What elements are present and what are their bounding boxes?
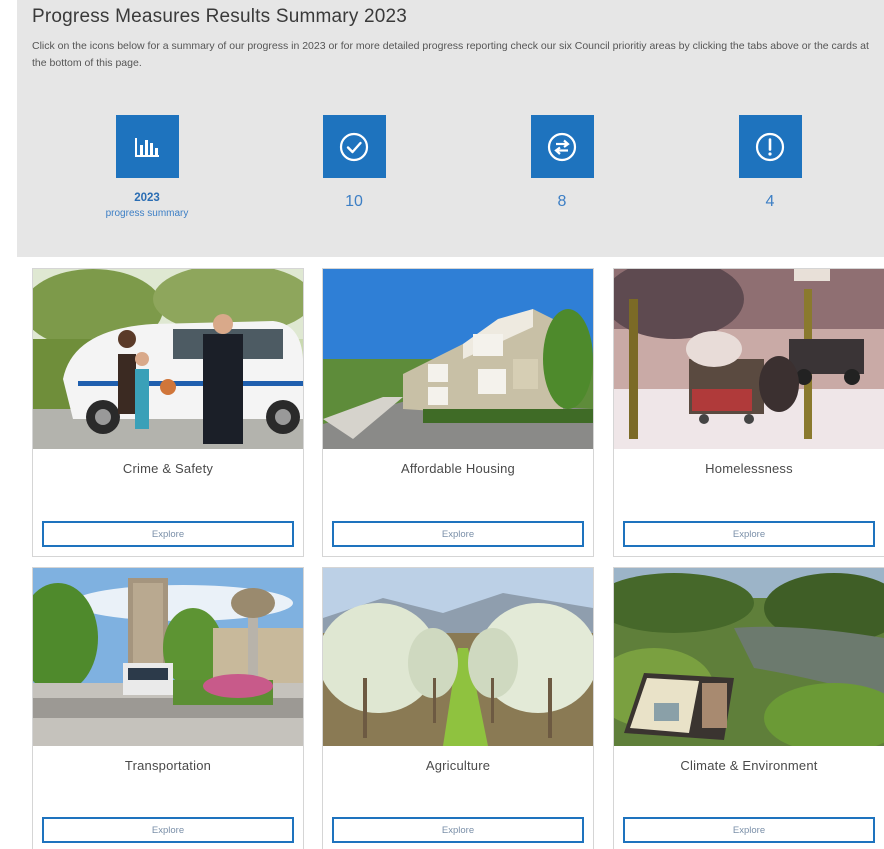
explore-button[interactable]: Explore — [42, 817, 294, 843]
card-crime-safety[interactable]: Crime & Safety Explore — [32, 268, 304, 557]
orchard-rows-photo — [323, 568, 593, 746]
stat-year: 2023 — [134, 192, 160, 204]
summary-description: Click on the icons below for a summary o… — [32, 40, 869, 69]
stat-value: 4 — [765, 193, 775, 210]
stat-attention: 4 — [710, 115, 830, 211]
explore-button[interactable]: Explore — [332, 521, 584, 547]
card-transportation[interactable]: Transportation Explore — [32, 567, 304, 849]
exchange-circle-icon[interactable] — [530, 115, 594, 178]
wetland-sign-photo — [614, 568, 884, 746]
stat-value: 10 — [345, 193, 363, 210]
explore-button[interactable]: Explore — [332, 817, 584, 843]
card-title: Climate & Environment — [680, 758, 818, 773]
stat-in-progress: 8 — [502, 115, 622, 211]
card-climate-environment[interactable]: Climate & Environment Explore — [613, 567, 884, 849]
card-title: Affordable Housing — [401, 461, 515, 476]
stat-value: 8 — [557, 193, 567, 210]
card-affordable-housing[interactable]: Affordable Housing Explore — [322, 268, 594, 557]
card-homelessness[interactable]: Homelessness Explore — [613, 268, 884, 557]
check-circle-icon[interactable] — [322, 115, 386, 178]
explore-button[interactable]: Explore — [42, 521, 294, 547]
card-title: Transportation — [124, 758, 212, 773]
page-title: Progress Measures Results Summary 2023 — [32, 6, 408, 27]
card-title: Crime & Safety — [122, 461, 214, 476]
snowy-street-cart-photo — [614, 269, 884, 449]
stat-progress-summary: 2023 progress summary — [87, 115, 207, 219]
exclamation-circle-icon[interactable] — [738, 115, 802, 178]
progress-summary-panel: Progress Measures Results Summary 2023 C… — [17, 0, 884, 257]
explore-button[interactable]: Explore — [623, 817, 875, 843]
police-officer-with-family-photo — [33, 269, 303, 449]
card-title: Homelessness — [705, 461, 793, 476]
townhouses-photo — [323, 269, 593, 449]
stat-completed: 10 — [294, 115, 414, 211]
bus-roundabout-photo — [33, 568, 303, 746]
explore-button[interactable]: Explore — [623, 521, 875, 547]
card-title: Agriculture — [425, 758, 491, 773]
card-agriculture[interactable]: Agriculture Explore — [322, 567, 594, 849]
bar-chart-icon[interactable] — [115, 115, 179, 178]
stat-subtitle: progress summary — [105, 208, 189, 219]
